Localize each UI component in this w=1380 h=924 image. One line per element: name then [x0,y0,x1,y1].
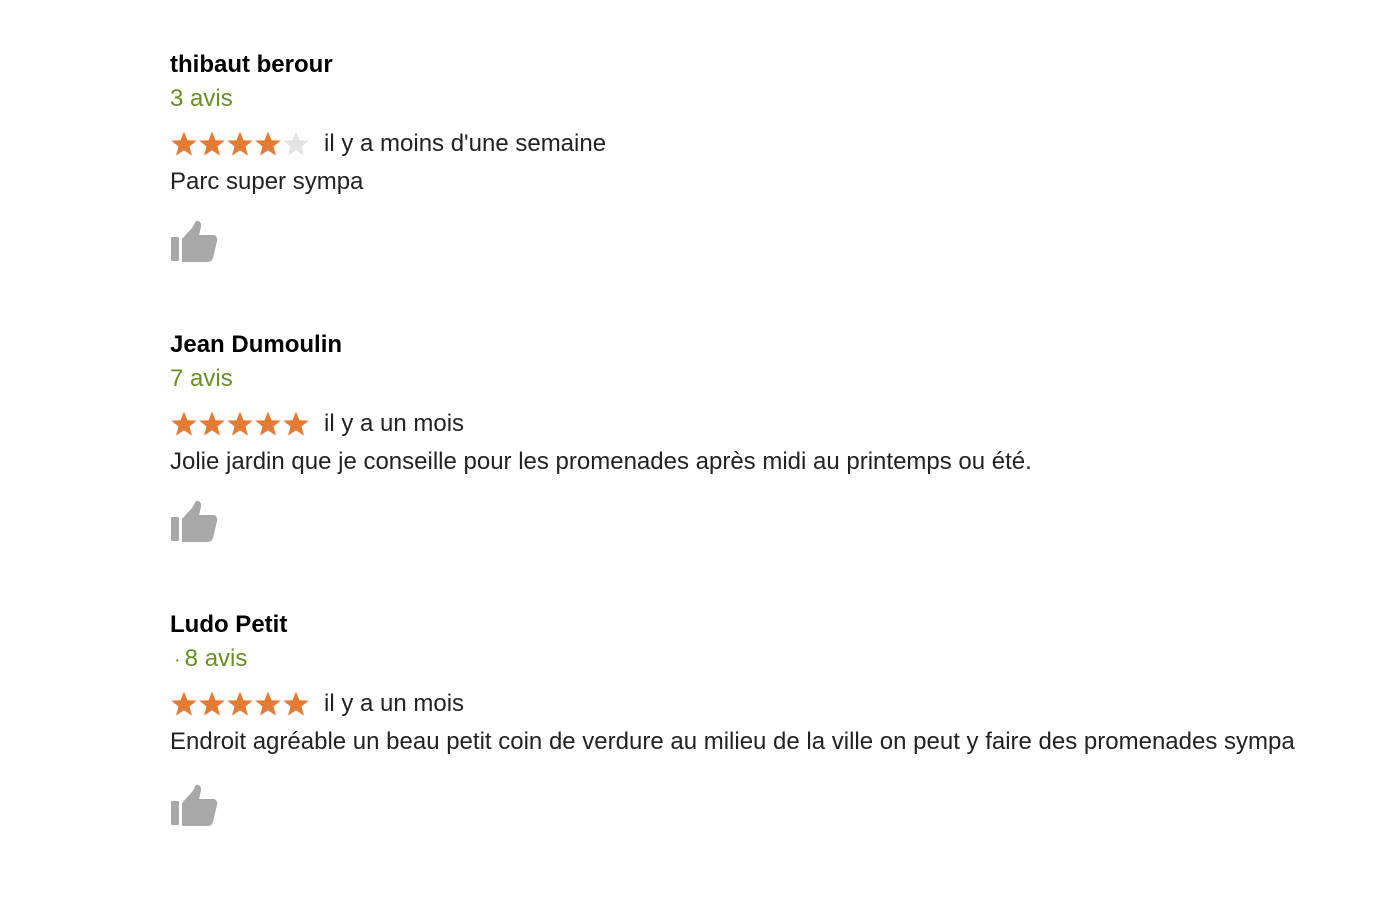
star-rating [170,130,310,158]
star-filled-icon [171,411,197,436]
review-date: il y a un mois [324,690,465,717]
thumbs-up-icon[interactable] [170,784,218,828]
count-label: 8 avis [184,645,248,672]
reviews-list: thibaut berour 3 avis il y a moins d'une… [0,0,1380,924]
review-card: Ludo Petit · 8 avis il y a un mois Endroi… [170,610,1330,828]
star-empty-icon [283,131,309,156]
star-filled-icon [255,411,281,436]
star-filled-icon [227,131,253,156]
star-filled-icon [227,411,253,436]
star-filled-icon [199,131,225,156]
star-filled-icon [255,691,281,716]
count-label: 7 avis [170,365,233,392]
review-date: il y a moins d'une semaine [324,130,607,157]
reviewer-name[interactable]: Jean Dumoulin [170,330,1330,360]
star-filled-icon [199,691,225,716]
review-text: Endroit agréable un beau petit coin de v… [170,728,1295,755]
reviewer-review-count[interactable]: 7 avis [170,364,1330,394]
star-filled-icon [227,691,253,716]
count-label: 3 avis [170,85,233,112]
star-filled-icon [283,691,309,716]
review-text: Jolie jardin que je conseille pour les p… [170,448,1032,475]
review-card: thibaut berour 3 avis il y a moins d'une… [170,50,1330,264]
review-text: Parc super sympa [170,168,364,195]
review-card: Jean Dumoulin 7 avis il y a un mois Joli… [170,330,1330,544]
rating-row: il y a un mois [170,688,1330,720]
thumbs-up-icon[interactable] [170,500,218,544]
reviewer-name[interactable]: thibaut berour [170,50,1330,80]
star-rating [170,410,310,438]
count-prefix: · [174,649,181,671]
star-filled-icon [255,131,281,156]
review-date: il y a un mois [324,410,465,437]
star-filled-icon [171,691,197,716]
reviewer-name[interactable]: Ludo Petit [170,610,1330,640]
star-filled-icon [283,411,309,436]
star-rating [170,690,310,718]
rating-row: il y a un mois [170,408,1330,440]
thumbs-up-icon[interactable] [170,220,218,264]
reviewer-review-count[interactable]: 3 avis [170,84,1330,114]
rating-row: il y a moins d'une semaine [170,128,1330,160]
reviewer-review-count[interactable]: · 8 avis [170,644,1330,674]
star-filled-icon [171,131,197,156]
star-filled-icon [199,411,225,436]
